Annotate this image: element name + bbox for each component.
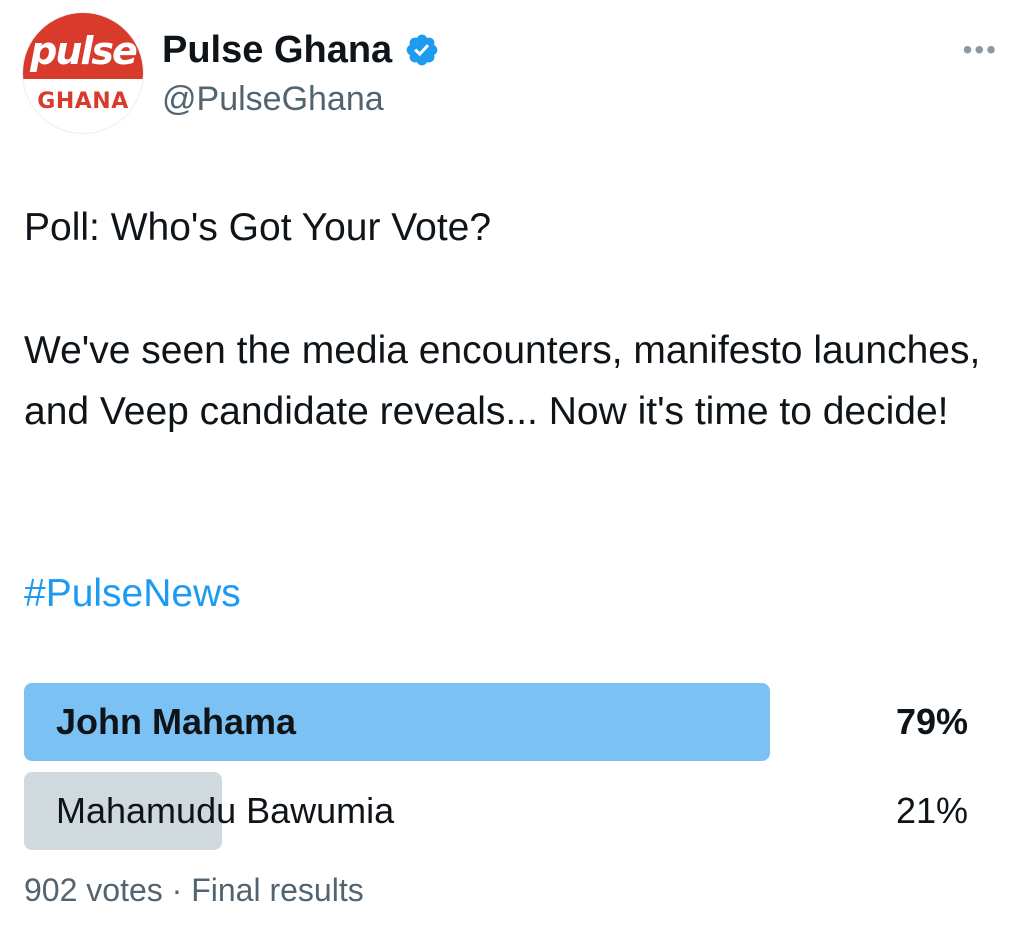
account-handle[interactable]: @PulseGhana [162,78,384,120]
tweet-text-paragraph: We've seen the media encounters, manifes… [24,329,981,433]
tweet-card: pulse GHANA Pulse Ghana @PulseGhana ••• … [0,0,1024,936]
poll-meta: 902 votes · Final results [24,866,364,914]
tweet-text-line1: Poll: Who's Got Your Vote? [24,206,492,249]
poll-option-percent: 21% [895,790,968,831]
verified-badge-icon [406,34,438,66]
more-options-icon[interactable]: ••• [963,36,998,64]
poll-option-percent: 79% [895,701,968,742]
poll-meta-separator: · [171,872,183,908]
poll-option-label: John Mahama [56,701,297,742]
name-row: Pulse Ghana [162,26,440,74]
poll-option-1: John Mahama 79% [24,683,968,761]
avatar-sub-text: GHANA [37,89,129,114]
poll-status: Final results [191,872,364,908]
avatar[interactable]: pulse GHANA [22,12,144,134]
hashtag-link[interactable]: #PulseNews [24,563,241,624]
display-name[interactable]: Pulse Ghana [162,26,392,74]
poll-option-label: Mahamudu Bawumia [56,790,395,831]
poll-vote-count: 902 votes [24,872,163,908]
avatar-logo-text: pulse [30,29,138,73]
poll-option-2: Mahamudu Bawumia 21% [24,772,968,850]
